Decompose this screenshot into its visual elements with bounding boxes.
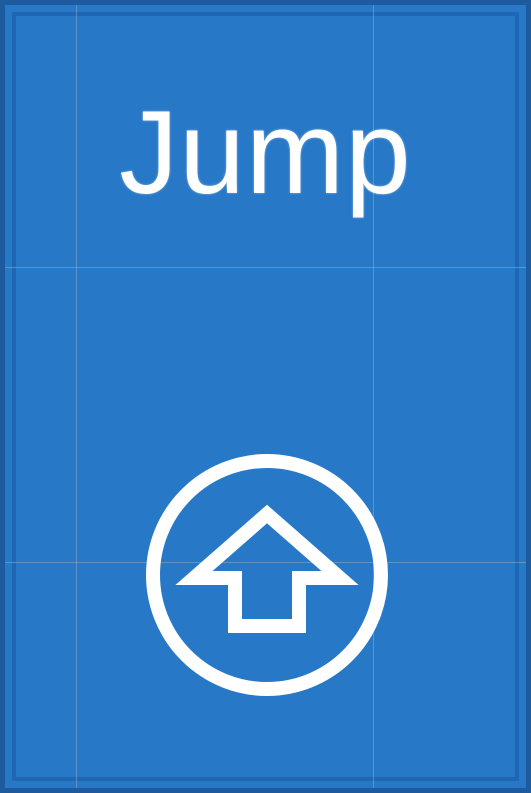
grid-line	[5, 267, 526, 268]
jump-label: Jump	[119, 87, 412, 219]
jump-button[interactable]: Jump	[0, 0, 531, 793]
arrow-up-circle-icon	[144, 452, 390, 698]
